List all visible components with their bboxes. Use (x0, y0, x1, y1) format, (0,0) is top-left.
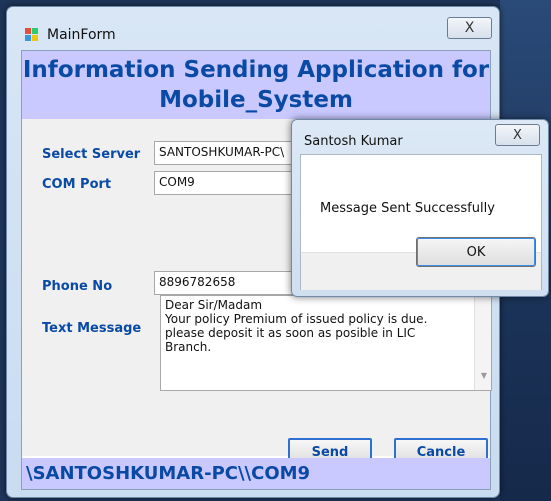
window-title: MainForm (47, 27, 116, 43)
message-box-title: Santosh Kumar (304, 134, 403, 149)
phone-no-field[interactable]: 8896782658 (154, 271, 314, 295)
text-message-line: please deposit it as soon as posible in … (165, 326, 416, 340)
text-message-line: Dear Sir/Madam (165, 298, 263, 312)
app-header-line-2: Mobile_System (159, 87, 353, 113)
message-text: Message Sent Successfully (320, 201, 495, 216)
text-message-line: Your policy Premium of issued policy is … (165, 312, 428, 326)
com-port-label: COM Port (42, 177, 112, 192)
message-box-window: Santosh Kumar X Message Sent Successfull… (291, 119, 549, 297)
close-icon: X (464, 20, 475, 36)
ok-button[interactable]: OK (416, 237, 536, 267)
status-bar: \SANTOSHKUMAR-PC\\COM9 (22, 458, 490, 489)
close-icon: X (513, 127, 522, 143)
scroll-down-icon[interactable]: ▼ (481, 371, 487, 380)
message-box-body: Message Sent Successfully (300, 154, 542, 290)
text-message-area[interactable]: Dear Sir/Madam Your policy Premium of is… (160, 295, 492, 391)
text-message-line: Branch. (165, 340, 212, 354)
message-box-close-button[interactable]: X (495, 124, 540, 146)
app-header-line-1: Information Sending Application for (22, 57, 490, 83)
app-header: Information Sending Application for Mobi… (22, 51, 490, 119)
select-server-field[interactable]: SANTOSHKUMAR-PC\ (154, 141, 314, 165)
com-port-field[interactable]: COM9 (154, 171, 314, 195)
text-message-content: Dear Sir/Madam Your policy Premium of is… (165, 298, 465, 354)
phone-no-label: Phone No (42, 279, 113, 294)
text-message-scrollbar[interactable]: ▼ (474, 296, 491, 390)
windows-form-icon (25, 28, 39, 42)
close-button[interactable]: X (447, 17, 492, 39)
select-server-label: Select Server (42, 147, 141, 162)
text-message-label: Text Message (42, 321, 142, 336)
